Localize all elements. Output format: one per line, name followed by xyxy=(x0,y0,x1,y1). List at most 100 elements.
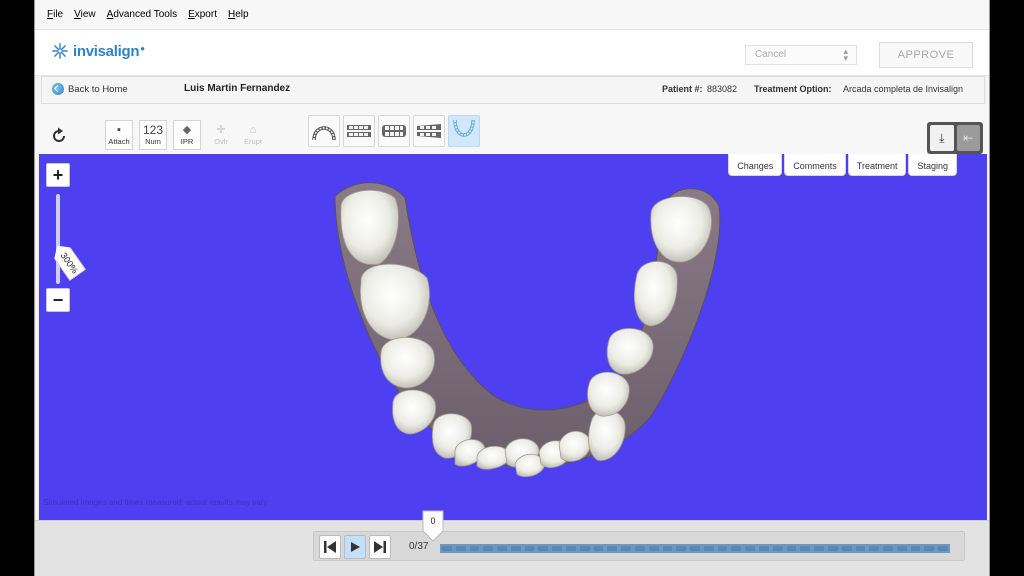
tab-treatment[interactable]: Treatment xyxy=(847,154,907,176)
stage-segment[interactable] xyxy=(676,546,687,551)
zoom-in-button[interactable]: + xyxy=(46,163,70,187)
skip-forward-icon xyxy=(374,541,386,553)
side-panel-tabs: Changes Comments Treatment Staging xyxy=(728,154,957,176)
overlay-tool-button[interactable]: ✛ Ovlr xyxy=(207,120,235,150)
stage-segment[interactable] xyxy=(717,546,728,551)
stage-segment[interactable] xyxy=(552,546,563,551)
stage-segment[interactable] xyxy=(910,546,921,551)
lower-arch-view-button[interactable] xyxy=(448,115,480,147)
stage-segment[interactable] xyxy=(924,546,935,551)
stage-segment[interactable] xyxy=(621,546,631,551)
collapse-panel-button[interactable]: ⇤ xyxy=(956,125,980,151)
select-arrows-icon: ▴ ▾ xyxy=(843,46,848,63)
staging-playback-bar: 0/37 0 xyxy=(35,510,989,576)
model-viewport[interactable]: Changes Comments Treatment Staging + 300… xyxy=(39,154,987,520)
stage-segment[interactable] xyxy=(772,546,783,551)
ipr-label: IPR xyxy=(180,137,194,146)
stage-segment[interactable] xyxy=(538,546,549,551)
stage-segment[interactable] xyxy=(524,546,535,551)
stage-segment[interactable] xyxy=(648,546,659,551)
stage-segment[interactable] xyxy=(759,546,769,551)
menu-advanced-tools[interactable]: Advanced Tools xyxy=(107,9,177,20)
ipr-icon: ◆ xyxy=(182,124,192,136)
stage-segment[interactable] xyxy=(497,546,507,551)
patient-name: Luis Martin Fernandez xyxy=(184,83,291,94)
patient-number-value: 883082 xyxy=(707,84,738,94)
number-tool-button[interactable]: 123 Num xyxy=(139,120,167,150)
upper-arch-view-button[interactable] xyxy=(308,115,340,147)
stage-thumb-label: 0 xyxy=(430,516,435,526)
cancel-dropdown[interactable]: Cancel ▴ ▾ xyxy=(745,45,857,65)
stage-segment[interactable] xyxy=(483,546,494,551)
stage-segment[interactable] xyxy=(510,546,521,551)
stage-segment[interactable] xyxy=(869,546,880,551)
skip-to-end-button[interactable] xyxy=(369,535,391,559)
lower-dental-arch-model[interactable] xyxy=(39,154,987,520)
stage-segment[interactable] xyxy=(607,546,618,551)
upper-arch-icon xyxy=(312,126,336,141)
stage-segment[interactable] xyxy=(442,546,452,551)
patient-number-label: Patient #: xyxy=(662,84,703,94)
stage-segment[interactable] xyxy=(745,546,756,551)
stage-segment[interactable] xyxy=(579,546,590,551)
attach-label: Attach xyxy=(108,137,130,146)
stage-timeline[interactable] xyxy=(440,544,950,553)
eruption-tool-button[interactable]: ⌂ Erupt xyxy=(239,120,267,150)
treatment-option-value: Arcada completa de Invisalign xyxy=(843,84,964,94)
back-to-home-link[interactable]: Back to Home xyxy=(52,83,128,95)
stage-segment[interactable] xyxy=(855,546,866,551)
front-view-3-button[interactable] xyxy=(413,115,445,147)
stage-segment[interactable] xyxy=(896,546,907,551)
stage-segment[interactable] xyxy=(786,546,797,551)
front-view-2-button[interactable] xyxy=(378,115,410,147)
stage-segment[interactable] xyxy=(690,546,700,551)
number-icon: 123 xyxy=(142,123,164,137)
tab-staging[interactable]: Staging xyxy=(908,154,957,176)
stage-segment[interactable] xyxy=(662,546,673,551)
attach-tool-button[interactable]: ▪ Attach xyxy=(105,120,133,150)
menu-help[interactable]: Help xyxy=(228,9,249,20)
stage-segment[interactable] xyxy=(800,546,811,551)
stage-segment[interactable] xyxy=(455,546,466,551)
stage-segment[interactable] xyxy=(841,546,852,551)
stage-segment[interactable] xyxy=(883,546,893,551)
stage-segment[interactable] xyxy=(593,546,604,551)
teeth-front-icon xyxy=(347,125,371,137)
invisalign-logo: invisalign ● xyxy=(51,42,145,60)
menu-file[interactable]: File xyxy=(47,9,63,20)
stage-segment[interactable] xyxy=(703,546,714,551)
stage-segment[interactable] xyxy=(634,546,645,551)
play-button[interactable] xyxy=(344,535,366,559)
stage-segment[interactable] xyxy=(814,546,824,551)
playback-controls: 0/37 xyxy=(313,531,965,561)
stage-segment[interactable] xyxy=(566,546,576,551)
back-arrow-icon xyxy=(52,83,64,95)
menu-view[interactable]: View xyxy=(74,9,96,20)
zoom-out-button[interactable]: − xyxy=(46,288,70,312)
overlay-icon: ✛ xyxy=(216,124,226,136)
stage-segment[interactable] xyxy=(827,546,838,551)
overlay-label: Ovlr xyxy=(214,137,228,146)
stage-segment[interactable] xyxy=(731,546,742,551)
stage-slider-thumb[interactable]: 0 xyxy=(421,509,445,543)
panel-buttons: ⤓ ⇤ xyxy=(927,122,983,154)
eruption-icon: ⌂ xyxy=(249,124,257,136)
stage-segment[interactable] xyxy=(938,546,948,551)
logo-trademark: ● xyxy=(140,43,146,53)
attach-icon: ▪ xyxy=(117,124,121,136)
skip-to-start-button[interactable] xyxy=(319,535,341,559)
approve-button[interactable]: APPROVE xyxy=(879,42,973,68)
cancel-label: Cancel xyxy=(755,49,787,60)
reset-view-icon[interactable] xyxy=(49,126,69,146)
download-button[interactable]: ⤓ xyxy=(930,125,954,151)
tab-comments[interactable]: Comments xyxy=(784,154,846,176)
lower-arch-icon xyxy=(453,119,475,137)
tab-changes[interactable]: Changes xyxy=(728,154,783,176)
app-window: File View Advanced Tools Export Help inv… xyxy=(34,0,990,576)
view-toolbar: ▪ Attach 123 Num ◆ IPR ✛ Ovlr ⌂ Erupt ⤓ … xyxy=(35,104,989,154)
stage-segment[interactable] xyxy=(469,546,480,551)
zoom-slider-track[interactable] xyxy=(56,194,60,284)
ipr-tool-button[interactable]: ◆ IPR xyxy=(173,120,201,150)
front-view-1-button[interactable] xyxy=(343,115,375,147)
menu-export[interactable]: Export xyxy=(188,9,217,20)
